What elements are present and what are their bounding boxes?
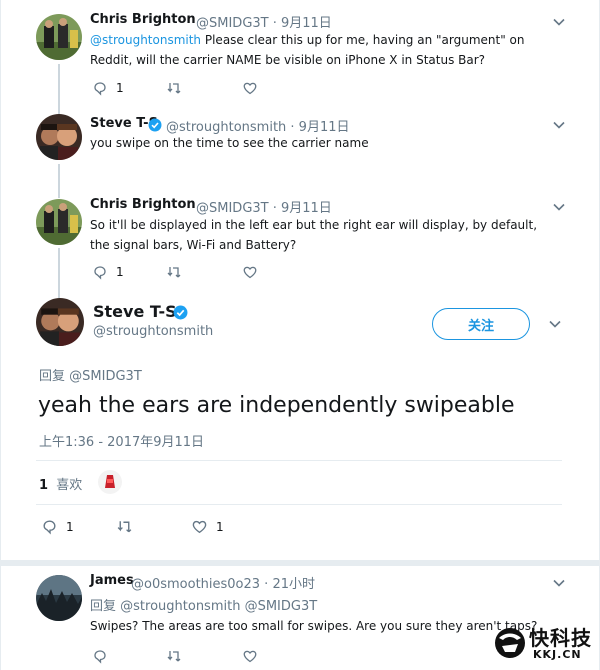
watermark-title: 快科技 (529, 626, 592, 650)
reply-to-line: 回复 @SMIDG3T (39, 369, 142, 384)
watermark-sub: KKJ.CN (533, 648, 582, 661)
reply-icon (94, 266, 106, 280)
watermark-icon (495, 628, 525, 658)
retweet-icon (117, 521, 132, 533)
author-handle-time[interactable]: @SMIDG3T · 9月11日 (196, 197, 332, 216)
retweet-action[interactable] (166, 80, 182, 96)
main-tweet-text: yeah the ears are independently swipeabl… (38, 393, 515, 418)
retweet-icon (167, 267, 181, 278)
avatar-steve-ts-main[interactable] (36, 298, 84, 346)
reply-action[interactable] (92, 648, 108, 664)
chevron-down-icon[interactable] (548, 317, 562, 331)
author-name[interactable]: Chris Brighton (90, 197, 196, 212)
chevron-down-icon[interactable] (552, 200, 566, 214)
heart-icon (192, 520, 207, 534)
reply-icon (94, 82, 106, 96)
thread-line (58, 64, 60, 114)
verified-badge-icon (148, 118, 162, 132)
chevron-down-icon[interactable] (552, 576, 566, 590)
reply-count: 1 (116, 265, 124, 279)
reply-action[interactable]: 1 (41, 518, 74, 535)
like-action[interactable] (242, 264, 258, 280)
retweet-action[interactable] (166, 648, 182, 664)
avatar-chris-brighton[interactable] (36, 14, 82, 60)
reply-to-mention[interactable]: @SMIDG3T (245, 599, 318, 614)
thread-line (58, 248, 60, 298)
tweet-text: you swipe on the time to see the carrier… (90, 136, 369, 150)
tweet-text: @stroughtonsmith Please clear this up fo… (90, 33, 525, 67)
chevron-down-icon[interactable] (552, 15, 566, 29)
heart-icon (243, 650, 257, 663)
reply-icon (43, 520, 56, 535)
verified-badge-icon (173, 305, 188, 320)
retweet-icon (167, 651, 181, 662)
like-count: 1 (216, 519, 224, 534)
like-action[interactable]: 1 (191, 518, 224, 535)
section-divider (1, 560, 600, 566)
retweet-action[interactable] (166, 264, 182, 280)
reply-count: 1 (66, 519, 74, 534)
divider (36, 460, 562, 461)
reply-to-mention[interactable]: @stroughtonsmith (120, 599, 240, 614)
avatar-steve-ts[interactable] (36, 114, 82, 160)
author-handle-time[interactable]: @SMIDG3T · 9月11日 (196, 12, 332, 31)
retweet-icon (167, 83, 181, 94)
author-handle-time[interactable]: @o0smoothies0o23 · 21小时 (131, 573, 315, 592)
avatar-james[interactable] (36, 575, 82, 621)
author-name[interactable]: Chris Brighton (90, 12, 196, 27)
mention-link[interactable]: @stroughtonsmith (90, 33, 201, 47)
main-tweet-timestamp[interactable]: 上午1:36 - 2017年9月11日 (39, 431, 204, 450)
thread-line (58, 164, 60, 198)
liker-avatar[interactable] (98, 470, 122, 494)
reply-action[interactable]: 1 (92, 264, 124, 280)
tweet-text: So it'll be displayed in the left ear bu… (90, 218, 538, 252)
reply-icon (94, 650, 106, 664)
follow-button[interactable]: 关注 (432, 308, 530, 340)
likes-stat[interactable]: 1 喜欢 (39, 474, 82, 493)
main-author-name[interactable]: Steve T-S (93, 302, 177, 321)
heart-icon (243, 82, 257, 95)
retweet-action[interactable] (116, 518, 133, 535)
watermark-logo: 快科技 KKJ.CN (493, 620, 597, 664)
reply-to-line: 回复 @stroughtonsmith @SMIDG3T (90, 599, 318, 614)
reply-count: 1 (116, 81, 124, 95)
divider (36, 504, 562, 505)
reply-action[interactable]: 1 (92, 80, 124, 96)
heart-icon (243, 266, 257, 279)
avatar-chris-brighton[interactable] (36, 199, 82, 245)
chevron-down-icon[interactable] (552, 118, 566, 132)
reply-to-mention[interactable]: @SMIDG3T (69, 369, 142, 384)
conversation-panel: Chris Brighton @SMIDG3T · 9月11日 @strough… (0, 0, 600, 670)
like-action[interactable] (242, 648, 258, 664)
main-author-handle[interactable]: @stroughtonsmith (93, 324, 213, 339)
author-name[interactable]: James (90, 573, 134, 588)
like-action[interactable] (242, 80, 258, 96)
